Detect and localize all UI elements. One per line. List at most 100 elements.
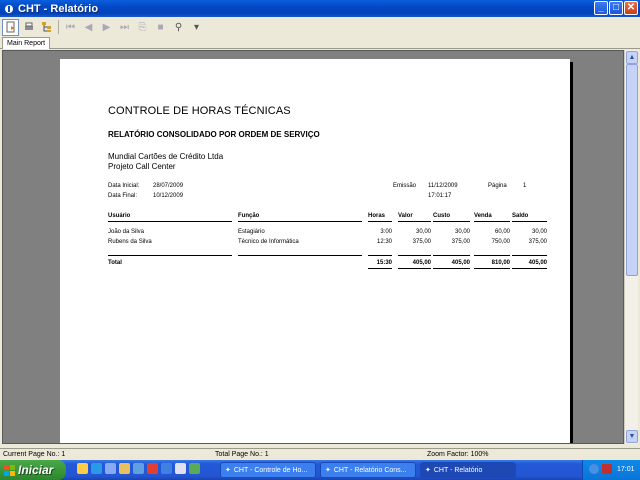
vertical-scrollbar[interactable]: ▲ ▼ bbox=[624, 50, 638, 444]
maximize-icon: □ bbox=[612, 2, 620, 13]
issue-date: 11/12/2009 bbox=[428, 183, 458, 189]
page-label: Página bbox=[488, 183, 507, 189]
col-header-funcao: Função bbox=[238, 213, 260, 219]
app-icon bbox=[3, 3, 15, 15]
scroll-down-button[interactable]: ▼ bbox=[626, 430, 638, 443]
table-row-funcao: Estagiário bbox=[238, 229, 265, 235]
group-tree-button[interactable] bbox=[38, 19, 55, 36]
total-underline bbox=[512, 268, 547, 269]
task-cht-relatorio[interactable]: ✦ CHT - Relatório bbox=[420, 462, 516, 478]
col-header-usuario: Usuário bbox=[108, 213, 131, 219]
folder-icon[interactable] bbox=[119, 463, 130, 474]
project-name: Projeto Call Center bbox=[108, 162, 176, 171]
stop-button[interactable]: ■ bbox=[152, 19, 169, 36]
col-header-saldo: Saldo bbox=[512, 213, 529, 219]
tab-strip: Main Report bbox=[0, 37, 640, 49]
task-label: CHT - Controle de Ho... bbox=[233, 466, 308, 474]
antivirus-icon[interactable] bbox=[602, 464, 612, 474]
network-icon[interactable] bbox=[589, 464, 599, 474]
total-horas: 15:30 bbox=[376, 260, 392, 266]
col-header-venda: Venda bbox=[474, 213, 492, 219]
taskbar: Iniciar ✦ CHT - Controle de Ho... ✦ CHT … bbox=[0, 460, 640, 480]
quicklaunch-icon[interactable] bbox=[133, 463, 144, 474]
previous-page-button[interactable]: ◀ bbox=[80, 19, 97, 36]
tab-main-report[interactable]: Main Report bbox=[2, 37, 51, 49]
zoom-status: Zoom Factor: 100% bbox=[427, 451, 489, 458]
header-underline bbox=[474, 221, 510, 222]
stop-icon: ■ bbox=[157, 21, 164, 33]
app-icon: ✦ bbox=[325, 467, 331, 474]
app-icon: ✦ bbox=[225, 467, 231, 474]
title-bar: CHT - Relatório _ □ ✕ bbox=[0, 0, 640, 17]
quicklaunch-icon[interactable] bbox=[105, 463, 116, 474]
maximize-button[interactable]: □ bbox=[609, 1, 623, 15]
start-date-value: 28/07/2009 bbox=[153, 183, 184, 189]
last-page-button[interactable]: ⏭ bbox=[116, 19, 133, 36]
close-button[interactable]: ✕ bbox=[624, 1, 638, 15]
quicklaunch-icon[interactable] bbox=[189, 463, 200, 474]
quicklaunch-icon[interactable] bbox=[175, 463, 186, 474]
issue-label: Emissão bbox=[393, 183, 417, 189]
scroll-up-button[interactable]: ▲ bbox=[626, 51, 638, 64]
issue-time: 17:01:17 bbox=[428, 193, 452, 199]
header-underline bbox=[512, 221, 547, 222]
page-number: 1 bbox=[523, 183, 527, 189]
chevron-down-icon: ▼ bbox=[628, 433, 636, 440]
goto-page-button[interactable]: ⎘ bbox=[134, 19, 151, 36]
header-underline bbox=[368, 221, 392, 222]
total-venda: 810,00 bbox=[491, 260, 510, 266]
report-toolbar: ⏮ ◀ ▶ ⏭ ⎘ ■ ⚲ ▾ bbox=[0, 17, 640, 37]
header-underline bbox=[238, 221, 362, 222]
print-button[interactable] bbox=[20, 19, 37, 36]
table-row-valor: 375,00 bbox=[412, 239, 431, 245]
table-row-horas: 3:00 bbox=[380, 229, 392, 235]
table-row-usuario: João da Silva bbox=[108, 229, 145, 235]
minimize-icon: _ bbox=[598, 2, 604, 13]
total-underline bbox=[433, 268, 470, 269]
next-page-button[interactable]: ▶ bbox=[98, 19, 115, 36]
first-page-icon: ⏮ bbox=[66, 21, 75, 33]
report-subtitle: RELATÓRIO CONSOLIDADO POR ORDEM DE SERVI… bbox=[108, 130, 320, 139]
status-bar: Current Page No.: 1 Total Page No.: 1 Zo… bbox=[0, 448, 640, 460]
previous-icon: ◀ bbox=[84, 21, 93, 33]
task-cht-controle[interactable]: ✦ CHT - Controle de Ho... bbox=[220, 462, 316, 478]
header-underline bbox=[398, 221, 431, 222]
total-underline bbox=[368, 268, 392, 269]
task-label: CHT - Relatório bbox=[433, 466, 483, 474]
report-page: CONTROLE DE HORAS TÉCNICAS RELATÓRIO CON… bbox=[60, 59, 570, 443]
col-header-valor: Valor bbox=[398, 213, 413, 219]
minimize-button[interactable]: _ bbox=[594, 1, 608, 15]
zoom-dropdown-button[interactable]: ▾ bbox=[188, 19, 205, 36]
quicklaunch-icon[interactable] bbox=[77, 463, 88, 474]
task-cht-relatorio-cons[interactable]: ✦ CHT - Relatório Cons... bbox=[320, 462, 416, 478]
col-header-custo: Custo bbox=[433, 213, 450, 219]
binoculars-icon: ⚲ bbox=[174, 21, 183, 33]
end-date-value: 10/12/2009 bbox=[153, 193, 184, 199]
report-viewer: CONTROLE DE HORAS TÉCNICAS RELATÓRIO CON… bbox=[2, 50, 624, 444]
total-valor: 405,00 bbox=[412, 260, 431, 266]
task-label: CHT - Relatório Cons... bbox=[333, 466, 407, 474]
window-title: CHT - Relatório bbox=[18, 2, 99, 15]
search-button[interactable]: ⚲ bbox=[170, 19, 187, 36]
start-label: Iniciar bbox=[18, 463, 54, 477]
quicklaunch-icon[interactable] bbox=[161, 463, 172, 474]
browser-icon[interactable] bbox=[91, 463, 102, 474]
header-underline bbox=[108, 221, 232, 222]
export-icon bbox=[6, 21, 15, 33]
total-custo: 405,00 bbox=[451, 260, 470, 266]
table-row-custo: 375,00 bbox=[451, 239, 470, 245]
total-overline bbox=[238, 255, 362, 256]
close-icon: ✕ bbox=[626, 2, 636, 13]
export-button[interactable] bbox=[2, 18, 19, 36]
start-button[interactable]: Iniciar bbox=[0, 460, 66, 480]
clock[interactable]: 17:01 bbox=[617, 466, 635, 473]
table-row-valor: 30,00 bbox=[415, 229, 431, 235]
total-overline bbox=[108, 255, 232, 256]
tree-icon bbox=[41, 22, 51, 32]
first-page-button[interactable]: ⏮ bbox=[62, 19, 79, 36]
table-row-funcao: Técnico de Informática bbox=[238, 239, 299, 245]
table-row-saldo: 30,00 bbox=[531, 229, 547, 235]
current-page-status: Current Page No.: 1 bbox=[3, 451, 66, 458]
quicklaunch-icon[interactable] bbox=[147, 463, 158, 474]
scroll-thumb[interactable] bbox=[626, 64, 638, 276]
